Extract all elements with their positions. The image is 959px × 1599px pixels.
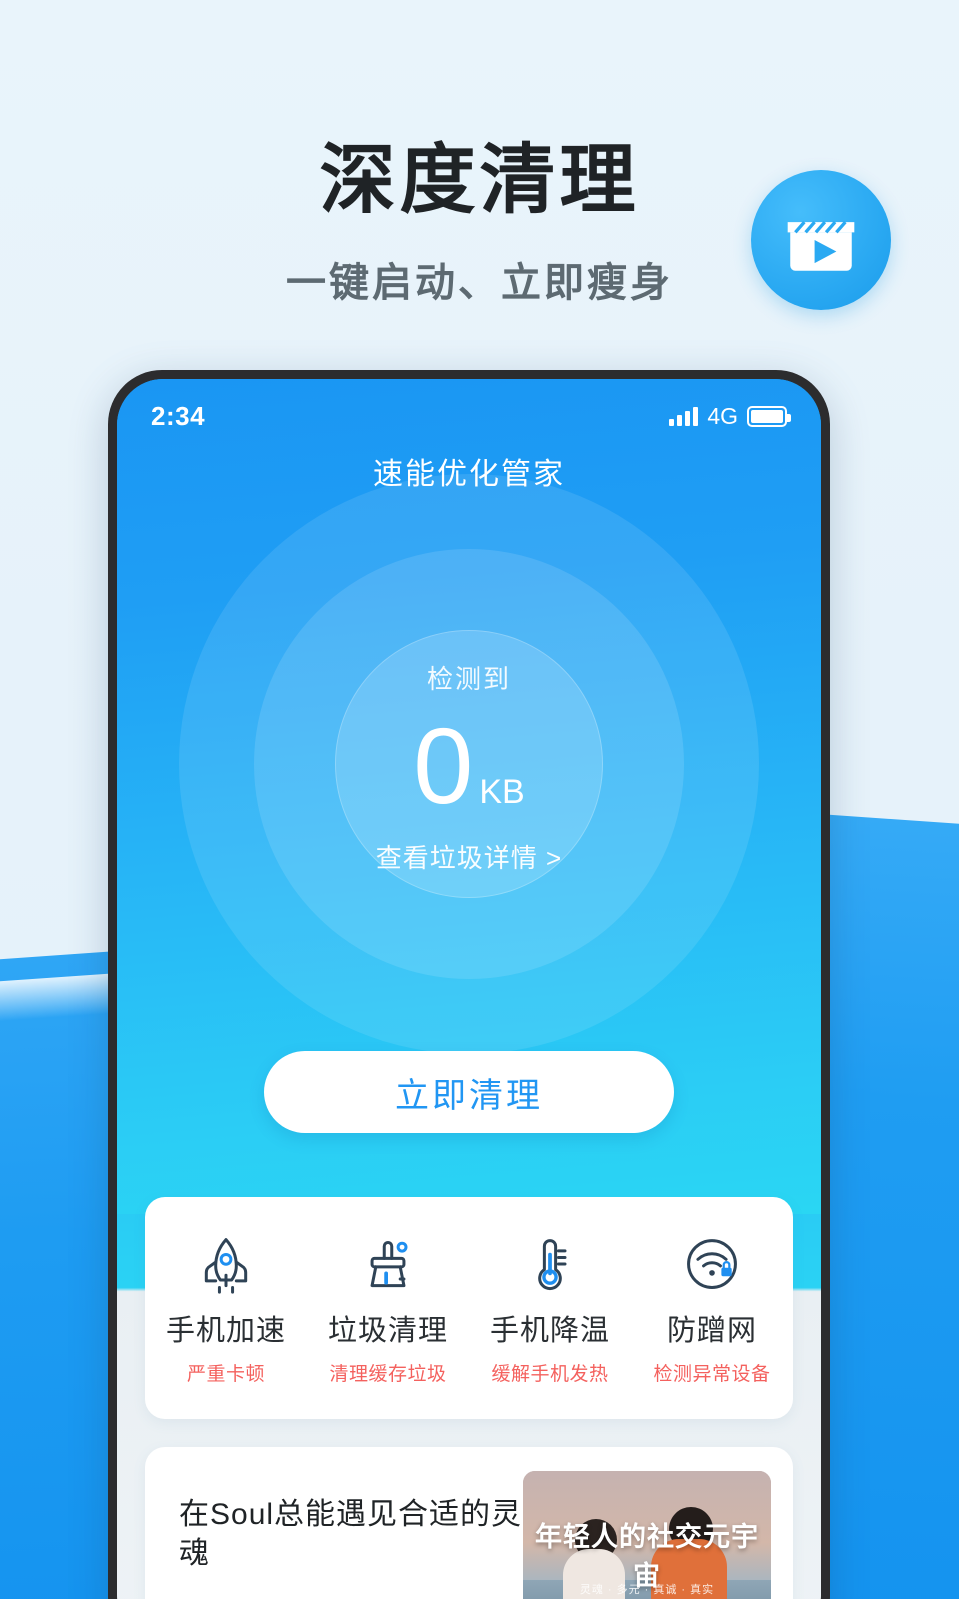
gauge-value-row: 0 KB — [117, 712, 821, 820]
feature-desc: 严重卡顿 — [186, 1363, 265, 1385]
feature-name: 防蹭网 — [666, 1314, 757, 1347]
app-title: 速能优化管家 — [373, 458, 565, 491]
video-badge[interactable] — [751, 170, 891, 310]
ad-thumbnail: 年轻人的社交元宇宙 灵魂 · 多元 · 真诚 · 真实 — [523, 1471, 771, 1599]
feature-desc: 清理缓存垃圾 — [329, 1363, 447, 1385]
ad-thumb-subtitle: 灵魂 · 多元 · 真诚 · 真实 — [579, 1584, 715, 1596]
wifi-lock-icon — [682, 1231, 742, 1297]
feature-item-phone-boost[interactable]: 手机加速 严重卡顿 — [145, 1231, 307, 1386]
feature-item-wifi-protect[interactable]: 防蹭网 检测异常设备 — [631, 1231, 793, 1386]
feature-item-phone-cooling[interactable]: 手机降温 缓解手机发热 — [469, 1231, 631, 1386]
feature-name: 手机降温 — [489, 1314, 610, 1347]
junk-details-link[interactable]: 查看垃圾详情 > — [117, 838, 821, 875]
status-bar: 2:34 4G — [117, 399, 821, 433]
gauge-label: 检测到 — [426, 664, 511, 694]
network-label: 4G — [707, 402, 738, 429]
status-indicators: 4G — [669, 402, 791, 430]
broom-icon — [358, 1231, 418, 1297]
gauge-value: 0 — [413, 705, 474, 826]
thermometer-icon — [520, 1231, 580, 1297]
feature-desc: 缓解手机发热 — [491, 1363, 609, 1385]
phone-mockup: 2:34 4G 速能优化管家 检测到 0 KB 查看垃圾详情 > 立即清理 手机… — [108, 370, 830, 1599]
status-time: 2:34 — [151, 400, 206, 431]
clean-now-button[interactable]: 立即清理 — [264, 1051, 674, 1133]
promo-page: 深度清理 一键启动、立即瘦身 2:34 4G 速能优化管家 检测到 0 KB 查… — [0, 0, 959, 1599]
feature-item-junk-clean[interactable]: 垃圾清理 清理缓存垃圾 — [307, 1231, 469, 1386]
feature-name: 垃圾清理 — [327, 1314, 448, 1347]
ad-card[interactable]: 在Soul总能遇见合适的灵魂 年轻人的社交元宇宙 灵魂 · 多元 · 真诚 · … — [145, 1447, 793, 1599]
battery-icon — [747, 405, 791, 427]
gauge-unit: KB — [479, 773, 525, 811]
ad-title: 在Soul总能遇见合适的灵魂 — [179, 1498, 523, 1570]
phone-screen: 2:34 4G 速能优化管家 检测到 0 KB 查看垃圾详情 > 立即清理 手机… — [117, 379, 821, 1599]
feature-card: 手机加速 严重卡顿 垃圾清理 清理缓存垃圾 手机降温 缓解手机发热 防蹭网 检测… — [145, 1197, 793, 1419]
feature-name: 手机加速 — [165, 1314, 286, 1347]
signal-bars-icon — [669, 406, 699, 426]
junk-gauge: 检测到 0 KB 查看垃圾详情 > — [117, 659, 821, 875]
rocket-icon — [196, 1231, 256, 1297]
feature-desc: 检测异常设备 — [653, 1363, 771, 1385]
video-clapperboard-icon — [780, 199, 862, 281]
